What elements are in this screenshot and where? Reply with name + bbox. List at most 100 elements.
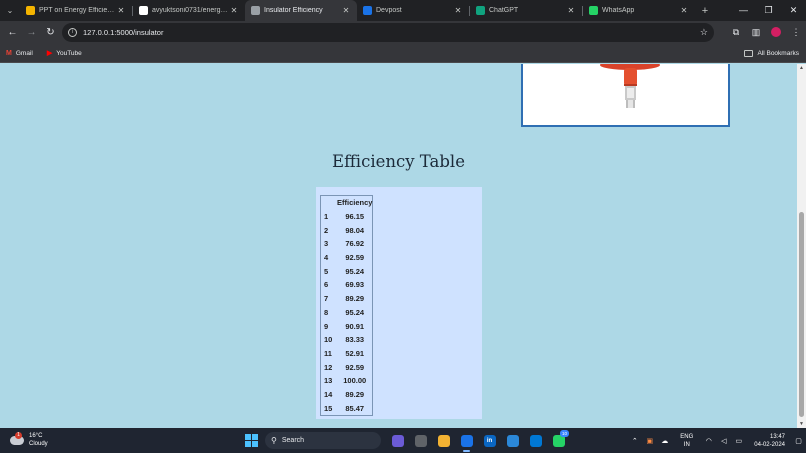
efficiency-value: 95.24 [345, 307, 365, 317]
browser-tab[interactable]: PPT on Energy Efficiency C✕ [20, 0, 132, 21]
row-index: 12 [324, 362, 333, 372]
index-column-header [321, 196, 337, 210]
language-indicator[interactable]: ENG IN [680, 433, 693, 449]
table-row: 3 76.92 [321, 237, 372, 251]
vscode-icon[interactable] [524, 431, 547, 450]
tab-close-icon[interactable]: ✕ [453, 6, 463, 15]
tab-favicon-icon [251, 6, 260, 15]
table-row: 10 83.33 [321, 333, 372, 347]
tab-strip: ⌄ PPT on Energy Efficiency C✕avyuktsoni0… [0, 0, 806, 21]
all-bookmarks-button[interactable]: All Bookmarks [744, 49, 799, 57]
site-info-icon[interactable]: i [68, 28, 77, 37]
mail-icon[interactable] [501, 431, 524, 450]
search-icon: ⚲ [271, 436, 277, 445]
efficiency-table-container: Efficiency 1 96.15 2 98.04 3 76.92 4 92.59 5 95.2… [316, 187, 482, 419]
lang-line1: ENG [680, 433, 694, 440]
tab-favicon-icon [139, 6, 148, 15]
bookmark-star-icon[interactable]: ☆ [700, 27, 708, 38]
back-icon[interactable]: ← [3, 27, 22, 38]
weather-widget[interactable]: 1 16°C Cloudy [10, 431, 48, 448]
folder-icon [744, 49, 754, 57]
bookmark-label: YouTube [56, 49, 82, 57]
row-index: 9 [324, 321, 329, 331]
browser-tab[interactable]: WhatsApp ✕ [583, 0, 695, 21]
tab-favicon-icon [363, 6, 372, 15]
task-view-icon[interactable] [409, 431, 432, 450]
table-row: 14 89.29 [321, 388, 372, 402]
table-row: 15 85.47 [321, 401, 372, 415]
bookmark-item[interactable]: ▶ YouTube [46, 49, 82, 58]
weather-condition: Cloudy [29, 441, 48, 447]
side-panel-icon[interactable]: ▥ [746, 27, 766, 38]
whatsapp-icon[interactable]: 10 [547, 430, 570, 450]
bookmark-favicon-icon: M [6, 49, 12, 57]
linkedin-icon[interactable]: in [478, 431, 501, 450]
minimize-icon[interactable]: — [731, 0, 756, 21]
browser-tab[interactable]: ChatGPT ✕ [470, 0, 582, 21]
efficiency-value: 76.92 [345, 239, 365, 249]
wifi-icon[interactable]: ◠ [701, 437, 716, 445]
insulator-image [521, 64, 730, 127]
new-tab-button[interactable]: + [695, 5, 715, 17]
tab-search-chevron-icon[interactable]: ⌄ [0, 0, 20, 21]
row-index: 8 [324, 307, 329, 317]
scroll-up-icon[interactable]: ▲ [797, 65, 806, 71]
tray-app-icon[interactable]: ▣ [642, 437, 657, 445]
row-index: 1 [324, 212, 329, 222]
forward-icon[interactable]: → [22, 27, 41, 38]
efficiency-value: 100.00 [343, 376, 367, 386]
tab-close-icon[interactable]: ✕ [116, 6, 126, 15]
start-button[interactable] [245, 434, 258, 447]
weather-temp: 16°C [29, 433, 43, 439]
bookmark-favicon-icon: ▶ [46, 50, 53, 57]
menu-kebab-icon[interactable]: ⋮ [786, 27, 806, 38]
file-explorer-icon[interactable] [432, 431, 455, 450]
tab-favicon-icon [476, 6, 485, 15]
row-index: 3 [324, 239, 329, 249]
notifications-icon[interactable]: ▢ [791, 437, 806, 445]
windows-taskbar: 1 16°C Cloudy ⚲ Search in 10 ⌃ ▣ ☁ ENG IN… [0, 428, 806, 453]
app-notification-badge: 10 [560, 430, 569, 437]
clock-date: 04-02-2024 [754, 441, 785, 448]
tab-favicon-icon [589, 6, 598, 15]
copilot-icon[interactable] [386, 431, 409, 450]
efficiency-value: 95.24 [345, 266, 365, 276]
table-row: 7 89.29 [321, 292, 372, 306]
cloud-icon: 1 [10, 431, 24, 445]
tab-close-icon[interactable]: ✕ [679, 6, 689, 15]
volume-icon[interactable]: ◁ [716, 437, 731, 445]
efficiency-column-header: Efficiency [337, 198, 373, 208]
tab-close-icon[interactable]: ✕ [229, 6, 239, 15]
onedrive-icon[interactable]: ☁ [657, 437, 672, 445]
efficiency-value: 90.91 [345, 321, 365, 331]
reload-icon[interactable]: ↻ [41, 27, 60, 38]
efficiency-value: 92.59 [345, 362, 365, 372]
battery-icon[interactable]: ▭ [731, 437, 746, 445]
profile-avatar[interactable] [766, 26, 786, 39]
table-row: 11 52.91 [321, 347, 372, 361]
browser-tab[interactable]: avyuktsoni0731/energy-ef ✕ [133, 0, 245, 21]
address-url[interactable]: 127.0.0.1:5000/insulator [83, 28, 163, 37]
restore-icon[interactable]: ❐ [756, 0, 781, 21]
address-bar[interactable]: i 127.0.0.1:5000/insulator ☆ [62, 23, 714, 42]
page-scrollbar[interactable]: ▲ ▼ [797, 64, 806, 428]
browser-tab[interactable]: Insulator Efficiency ✕ [245, 0, 357, 21]
tab-close-icon[interactable]: ✕ [341, 6, 351, 15]
extensions-icon[interactable]: ⧉ [726, 27, 746, 38]
row-index: 11 [324, 348, 332, 358]
bookmark-item[interactable]: M Gmail [6, 50, 33, 57]
browser-tab[interactable]: Devpost ✕ [357, 0, 469, 21]
table-row: 8 95.24 [321, 306, 372, 320]
efficiency-value: 98.04 [345, 225, 365, 235]
table-row: 12 92.59 [321, 360, 372, 374]
tab-close-icon[interactable]: ✕ [566, 6, 576, 15]
scrollbar-thumb[interactable] [799, 212, 804, 417]
scroll-down-icon[interactable]: ▼ [797, 421, 806, 427]
page-viewport: Efficiency Table Efficiency 1 96.15 2 98.04… [0, 64, 797, 428]
clock[interactable]: 13:47 04-02-2024 [754, 433, 785, 449]
taskbar-search[interactable]: ⚲ Search [265, 432, 381, 449]
chrome-icon[interactable] [455, 431, 478, 452]
efficiency-table: Efficiency 1 96.15 2 98.04 3 76.92 4 92.59 5 95.2… [320, 195, 374, 416]
chevron-up-icon[interactable]: ⌃ [627, 437, 642, 445]
close-window-icon[interactable]: ✕ [781, 0, 806, 21]
